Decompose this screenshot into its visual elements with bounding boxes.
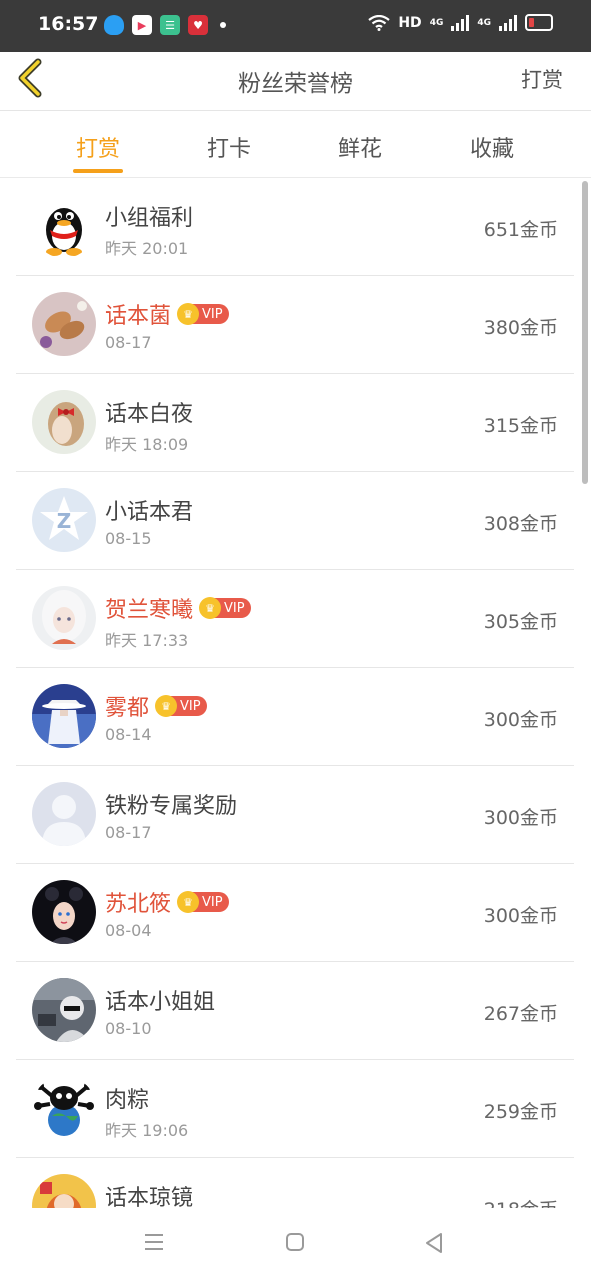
coin-amount: 300金币	[483, 905, 558, 927]
nav-bar: 粉丝荣誉榜 打赏	[0, 52, 591, 111]
avatar[interactable]	[32, 292, 96, 356]
network-type-1: 4G	[429, 17, 444, 28]
coin-amount: 380金币	[483, 317, 558, 339]
coin-amount: 308金币	[483, 513, 558, 535]
vip-badge: ♛ VIP	[177, 891, 229, 913]
avatar[interactable]	[32, 586, 96, 650]
coin-amount: 300金币	[483, 709, 558, 731]
reward-time: 08-17	[105, 333, 152, 352]
vip-badge: ♛ VIP	[177, 303, 229, 325]
status-indicators: HD 4G 4G	[368, 14, 553, 31]
list-item[interactable]: 苏北筱 ♛ VIP 08-04 300金币	[16, 864, 574, 962]
coin-amount: 300金币	[483, 807, 558, 829]
crown-icon: ♛	[155, 695, 178, 717]
user-name: 肉粽	[105, 1088, 150, 1113]
vip-badge: ♛ VIP	[199, 597, 251, 619]
user-name: 贺兰寒曦 ♛ VIP	[105, 592, 251, 624]
tab-flowers[interactable]: 鲜花	[320, 131, 400, 163]
crown-icon: ♛	[177, 303, 200, 325]
heart-app-notification-icon: ♥	[188, 15, 208, 35]
list-item[interactable]: 铁粉专属奖励 08-17 300金币	[16, 766, 574, 864]
network-type-2: 4G	[477, 17, 491, 28]
reward-time: 昨天 18:09	[105, 435, 189, 454]
vip-badge: ♛ VIP	[155, 695, 207, 717]
video-app-notification-icon: ▶	[132, 15, 152, 35]
reward-time: 昨天 17:33	[105, 631, 189, 650]
reward-time: 08-15	[105, 529, 152, 548]
reward-time: 昨天 20:01	[105, 239, 189, 258]
avatar[interactable]	[32, 684, 96, 748]
crown-icon: ♛	[199, 597, 222, 619]
coin-amount: 651金币	[483, 219, 558, 241]
back-icon[interactable]	[424, 1232, 444, 1254]
reward-button[interactable]: 打赏	[521, 64, 563, 94]
avatar[interactable]: Z	[32, 488, 96, 552]
user-name: 话本白夜	[105, 402, 194, 427]
tab-favorites[interactable]: 收藏	[452, 131, 532, 163]
signal-icon-2	[499, 14, 517, 31]
reward-time: 08-14	[105, 725, 152, 744]
avatar[interactable]	[32, 1076, 96, 1140]
system-nav-bar	[0, 1208, 591, 1280]
crown-icon: ♛	[177, 891, 200, 913]
coin-amount: 267金币	[483, 1003, 558, 1025]
reward-time: 08-17	[105, 823, 152, 842]
tab-reward[interactable]: 打赏	[58, 131, 138, 163]
user-name: 雾都 ♛ VIP	[105, 690, 207, 722]
list-item[interactable]: 话本小姐姐 08-10 267金币	[16, 962, 574, 1060]
active-tab-indicator	[73, 169, 123, 173]
fan-ranking-list: 小组福利 昨天 20:01 651金币 话本菌 ♛ VIP 08-17 380金币	[16, 178, 574, 1255]
reward-time: 昨天 19:06	[105, 1121, 189, 1140]
battery-icon	[525, 14, 553, 31]
list-item[interactable]: 贺兰寒曦 ♛ VIP 昨天 17:33 305金币	[16, 570, 574, 668]
list-item[interactable]: 话本白夜 昨天 18:09 315金币	[16, 374, 574, 472]
user-name: 话本菌 ♛ VIP	[105, 298, 229, 330]
svg-text:Z: Z	[57, 509, 72, 533]
user-name: 小组福利	[105, 206, 194, 231]
page-title: 粉丝荣誉榜	[238, 71, 353, 97]
qq-notification-icon	[104, 15, 124, 35]
list-item[interactable]: 话本菌 ♛ VIP 08-17 380金币	[16, 276, 574, 374]
coin-amount: 315金币	[483, 415, 558, 437]
coin-amount: 305金币	[483, 611, 558, 633]
status-notification-icons: ▶ ☰ ♥	[104, 15, 226, 35]
user-name: 苏北筱 ♛ VIP	[105, 886, 229, 918]
reward-time: 08-04	[105, 921, 152, 940]
avatar[interactable]	[32, 194, 96, 258]
tab-bar: 打赏 打卡 鲜花 收藏	[0, 111, 591, 178]
menu-icon[interactable]	[143, 1232, 165, 1252]
list-item[interactable]: 肉粽 昨天 19:06 259金币	[16, 1060, 574, 1158]
status-time: 16:57	[38, 13, 99, 35]
user-name: 话本小姐姐	[105, 990, 216, 1015]
avatar[interactable]	[32, 390, 96, 454]
reward-time: 08-10	[105, 1019, 152, 1038]
wifi-icon	[368, 14, 391, 31]
avatar[interactable]	[32, 782, 96, 846]
more-notifications-icon	[220, 22, 226, 28]
list-item[interactable]: Z 小话本君 08-15 308金币	[16, 472, 574, 570]
app-notification-icon: ☰	[160, 15, 180, 35]
status-bar: 16:57 ▶ ☰ ♥ HD 4G 4G	[0, 0, 591, 52]
home-icon[interactable]	[285, 1232, 305, 1252]
signal-icon	[451, 14, 470, 31]
scrollbar[interactable]	[582, 181, 588, 484]
list-item[interactable]: 小组福利 昨天 20:01 651金币	[16, 178, 574, 276]
user-name: 小话本君	[105, 500, 194, 525]
avatar[interactable]	[32, 978, 96, 1042]
list-item[interactable]: 雾都 ♛ VIP 08-14 300金币	[16, 668, 574, 766]
tab-checkin[interactable]: 打卡	[189, 131, 269, 163]
hd-indicator: HD	[398, 14, 422, 31]
user-name: 铁粉专属奖励	[105, 794, 238, 819]
coin-amount: 259金币	[483, 1101, 558, 1123]
avatar[interactable]	[32, 880, 96, 944]
